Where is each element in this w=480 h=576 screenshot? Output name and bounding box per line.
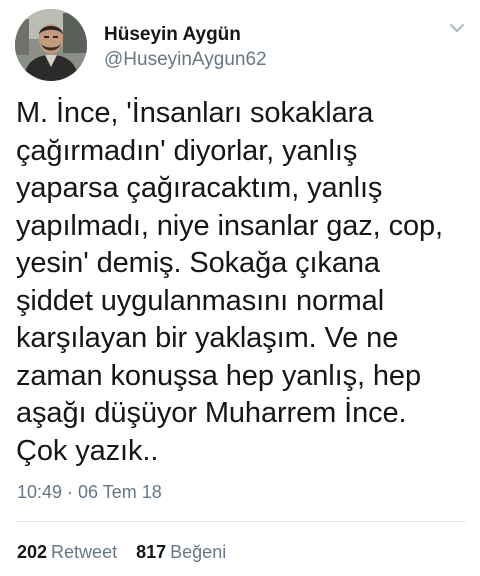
retweet-count: 202 (17, 542, 48, 562)
tweet-timestamp[interactable]: 10:49 · 06 Tem 18 (17, 481, 162, 503)
author-display-name[interactable]: Hüseyin Aygün (104, 24, 241, 46)
retweet-stat[interactable]: 202 Retweet (17, 541, 117, 563)
author-avatar[interactable] (15, 9, 87, 81)
tweet-card: Hüseyin Aygün @HuseyinAygun62 M. İnce, '… (0, 0, 480, 576)
avatar-photo-icon (15, 9, 87, 81)
tweet-text: M. İnce, 'İnsanları sokaklara çağırmadın… (16, 97, 443, 467)
like-count: 817 (136, 542, 167, 562)
author-handle[interactable]: @HuseyinAygun62 (104, 49, 267, 71)
chevron-down-icon[interactable] (446, 20, 468, 36)
divider (16, 521, 466, 522)
like-stat[interactable]: 817 Beğeni (136, 541, 226, 563)
tweet-stats: 202 Retweet 817 Beğeni (17, 541, 226, 563)
retweet-label: Retweet (51, 542, 118, 562)
like-label: Beğeni (170, 542, 227, 562)
